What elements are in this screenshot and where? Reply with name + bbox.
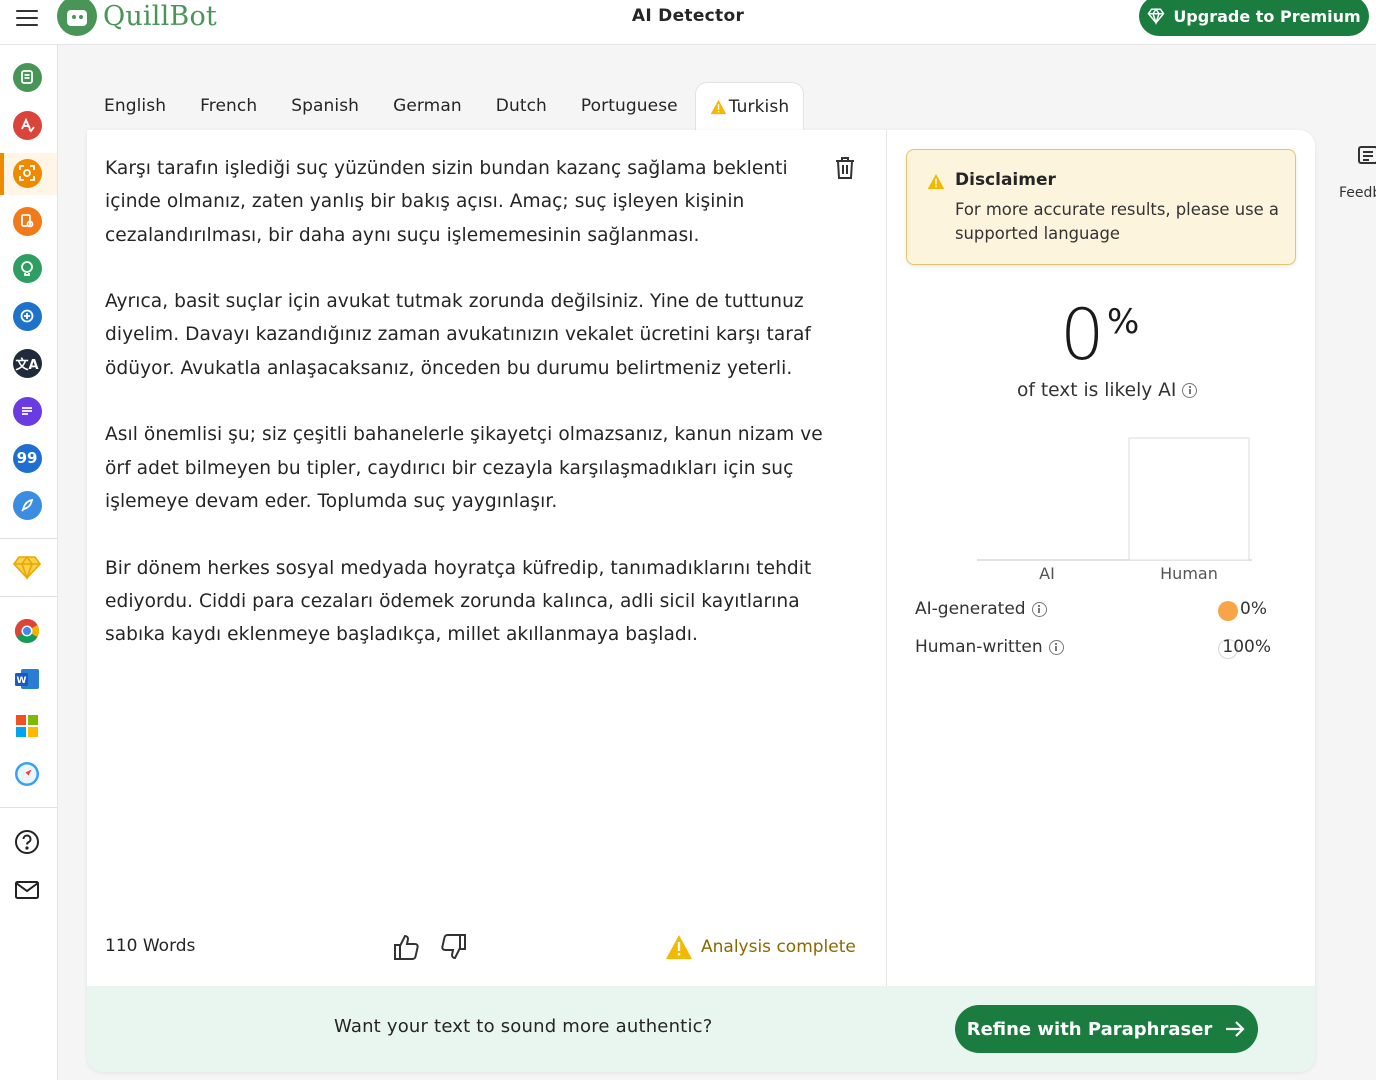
chart-bar-human [1128, 437, 1250, 561]
refine-button-label: Refine with Paraphraser [966, 1018, 1213, 1040]
microsoft-icon [16, 715, 38, 737]
legend-human-written: Human-written 100% [915, 637, 1295, 661]
chart-tick-label: Human [1160, 564, 1218, 583]
translator-icon: 文A [12, 348, 42, 378]
info-icon[interactable] [1031, 601, 1047, 617]
ai-chat-icon [12, 301, 42, 331]
sidebar-item-word-addin[interactable]: W [11, 663, 43, 695]
svg-text:W: W [17, 676, 27, 686]
feedback-tab[interactable]: Feedback [1338, 145, 1376, 205]
warning-icon [710, 99, 727, 114]
sidebar-item-microsoft-edge[interactable] [11, 710, 43, 742]
sidebar-item-ai-chat[interactable] [11, 300, 43, 332]
sidebar-item-chrome-extension[interactable] [11, 615, 43, 647]
sidebar-item-contact[interactable] [11, 874, 43, 906]
tab-turkish-label: Turkish [728, 96, 790, 117]
thumbs-up-icon[interactable] [392, 932, 422, 962]
thumbs-down-icon[interactable] [438, 932, 468, 962]
language-tabs: English French Spanish German Dutch Port… [87, 82, 805, 130]
sidebar-item-ai-writing[interactable] [11, 489, 43, 521]
sidebar-item-ai-humanizer[interactable] [11, 252, 43, 284]
diamond-icon [1147, 7, 1165, 25]
tab-french[interactable]: French [183, 82, 274, 130]
top-bar: QuillBot AI Detector Upgrade to Premium [0, 0, 1376, 45]
tab-english[interactable]: English [87, 82, 183, 130]
sidebar-item-citation-generator[interactable]: 99 [11, 442, 43, 474]
safari-icon [15, 762, 39, 786]
warning-icon [927, 174, 945, 189]
editor-paragraph: Karşı tarafın işlediği suç yüzünden sizi… [105, 158, 788, 246]
info-icon[interactable] [1048, 639, 1064, 655]
legend-ai-generated: AI-generated 0% [915, 599, 1295, 623]
paraphraser-icon [12, 62, 42, 92]
disclaimer-box: Disclaimer For more accurate results, pl… [906, 149, 1296, 265]
refine-with-paraphraser-button[interactable]: Refine with Paraphraser [955, 1005, 1258, 1053]
info-icon[interactable] [1182, 383, 1198, 398]
feedback-icon [1358, 146, 1376, 164]
summarizer-icon [12, 396, 42, 426]
analysis-status-text: Analysis complete [701, 937, 856, 957]
warning-icon [666, 935, 692, 959]
legend-label: Human-written [915, 637, 1043, 657]
disclaimer-body: For more accurate results, please use a … [955, 200, 1279, 243]
editor-paragraph: Ayrıca, basit suçlar için avukat tutmak … [105, 291, 811, 379]
trash-icon[interactable] [834, 156, 856, 180]
citation-icon: 99 [12, 443, 42, 473]
sidebar-item-grammar-checker[interactable] [11, 109, 43, 141]
word-count: 110 Words [105, 936, 196, 956]
sidebar-active-indicator [0, 153, 4, 195]
ai-score-unit: % [1107, 302, 1140, 342]
editor-paragraph: Asıl önemlisi şu; siz çeşitli bahanelerl… [105, 424, 823, 512]
panel-divider [886, 130, 887, 986]
grammar-checker-icon [12, 110, 42, 140]
plagiarism-checker-icon [12, 206, 42, 236]
legend-label: AI-generated [915, 599, 1026, 619]
help-icon [15, 830, 39, 854]
chrome-icon [14, 619, 40, 644]
feedback-label: Feedback [1339, 185, 1376, 201]
ai-humanizer-icon [12, 253, 42, 283]
text-editor[interactable]: Karşı tarafın işlediği suç yüzünden sizi… [105, 152, 830, 685]
arrow-right-icon [1226, 1021, 1245, 1037]
sidebar-divider [0, 538, 57, 539]
disclaimer-title: Disclaimer [955, 170, 1056, 190]
ai-score-value: 0 [1060, 294, 1105, 376]
sidebar-divider [0, 807, 57, 808]
upgrade-label: Upgrade to Premium [1173, 6, 1361, 26]
tab-dutch[interactable]: Dutch [479, 82, 564, 130]
sidebar-item-safari-extension[interactable] [11, 758, 43, 790]
tab-spanish[interactable]: Spanish [274, 82, 376, 130]
detector-card: Karşı tarafın işlediği suç yüzünden sizi… [87, 130, 1315, 1072]
paraphraser-cta-bar: Want your text to sound more authentic? … [87, 986, 1315, 1072]
premium-icon [13, 555, 41, 580]
sidebar-item-help[interactable] [11, 826, 43, 858]
tab-portuguese[interactable]: Portuguese [564, 82, 695, 130]
word-icon: W [15, 669, 39, 689]
sidebar: 文A 99 W [0, 45, 58, 1080]
score-caption-text: of text is likely AI [1017, 380, 1177, 401]
analysis-status: Analysis complete [665, 934, 856, 960]
editor-paragraph: Bir dönem herkes sosyal medyada hoyratça… [105, 557, 812, 646]
cta-prompt: Want your text to sound more authentic? [334, 1016, 713, 1037]
sidebar-item-summarizer[interactable] [11, 395, 43, 427]
quill-pen-icon [12, 490, 42, 520]
sidebar-item-paraphraser[interactable] [11, 61, 43, 93]
tab-turkish[interactable]: Turkish [694, 82, 805, 130]
sidebar-item-premium[interactable] [11, 551, 43, 583]
sidebar-item-translator[interactable]: 文A [11, 347, 43, 379]
sidebar-item-ai-detector[interactable] [11, 157, 43, 189]
sidebar-divider [0, 596, 57, 597]
score-caption: of text is likely AI [1017, 380, 1198, 401]
ai-detector-icon [12, 158, 42, 188]
tab-german[interactable]: German [376, 82, 479, 130]
mail-icon [15, 881, 39, 899]
sidebar-item-plagiarism-checker[interactable] [11, 205, 43, 237]
ai-human-bar-chart: AI Human [977, 437, 1252, 583]
legend-value: 0% [1240, 599, 1267, 619]
legend-value: 100% [1222, 637, 1271, 657]
chart-tick-label: AI [1039, 564, 1055, 583]
upgrade-premium-button[interactable]: Upgrade to Premium [1139, 0, 1369, 36]
